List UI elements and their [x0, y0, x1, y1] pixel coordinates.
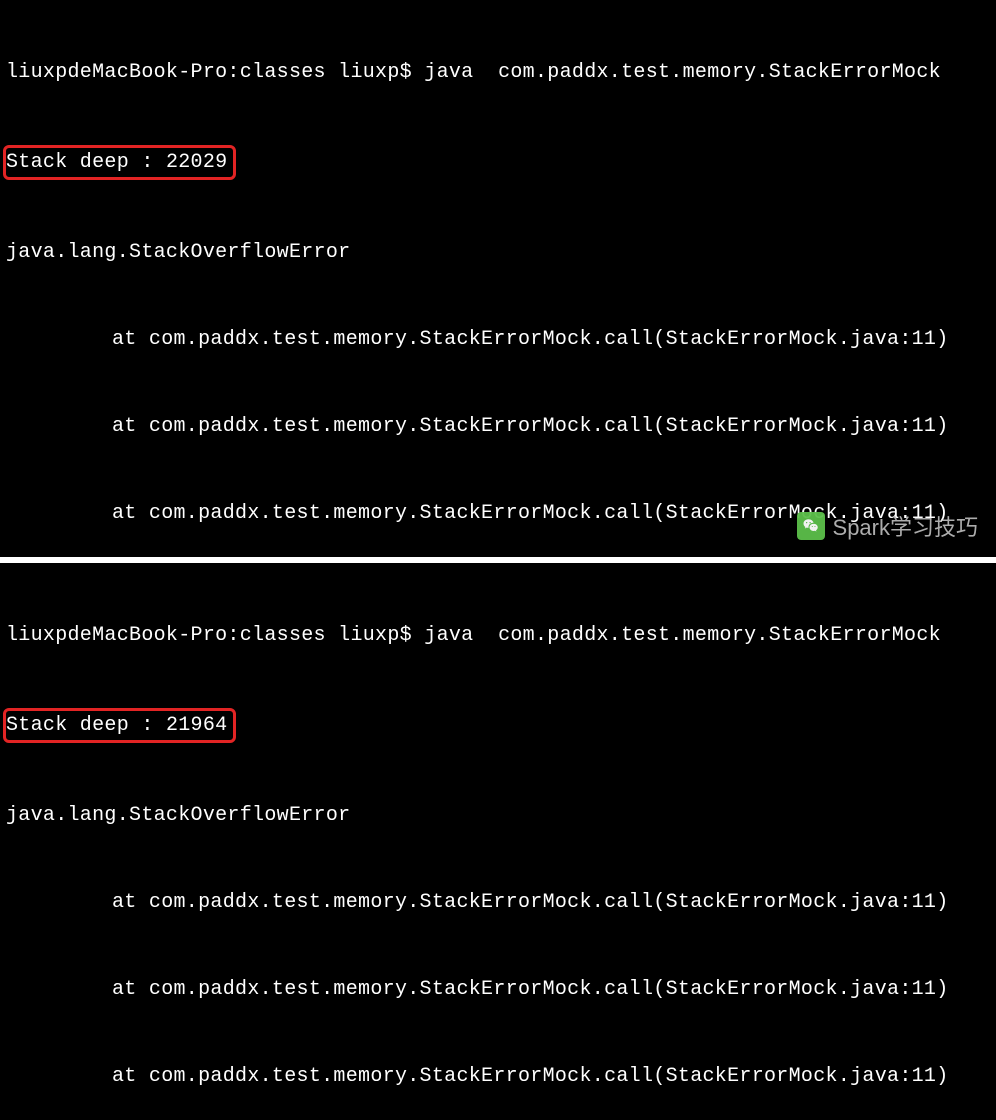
stack-trace-line: at com.paddx.test.memory.StackErrorMock.…: [0, 1062, 996, 1091]
prompt-line: liuxpdeMacBook-Pro:classes liuxp$ java c…: [0, 621, 996, 650]
stack-trace-line: at com.paddx.test.memory.StackErrorMock.…: [0, 325, 996, 354]
error-class-line: java.lang.StackOverflowError: [0, 801, 996, 830]
stack-trace-line: at com.paddx.test.memory.StackErrorMock.…: [0, 412, 996, 441]
highlight-box: Stack deep : 22029: [3, 145, 236, 180]
stack-deep-line: Stack deep : 22029: [0, 145, 996, 180]
error-class-line: java.lang.StackOverflowError: [0, 238, 996, 267]
prompt-line: liuxpdeMacBook-Pro:classes liuxp$ java c…: [0, 58, 996, 87]
stack-deep-label: Stack deep :: [6, 151, 166, 174]
stack-trace-line: at com.paddx.test.memory.StackErrorMock.…: [0, 888, 996, 917]
stack-deep-line: Stack deep : 21964: [0, 708, 996, 743]
stack-deep-value: 22029: [166, 151, 228, 174]
stack-trace-line: at com.paddx.test.memory.StackErrorMock.…: [0, 975, 996, 1004]
stack-deep-label: Stack deep :: [6, 714, 166, 737]
terminal-run-2: liuxpdeMacBook-Pro:classes liuxp$ java c…: [0, 557, 996, 1120]
stack-deep-value: 21964: [166, 714, 228, 737]
stack-trace-line: at com.paddx.test.memory.StackErrorMock.…: [0, 499, 996, 528]
terminal-run-1: liuxpdeMacBook-Pro:classes liuxp$ java c…: [0, 0, 996, 557]
highlight-box: Stack deep : 21964: [3, 708, 236, 743]
